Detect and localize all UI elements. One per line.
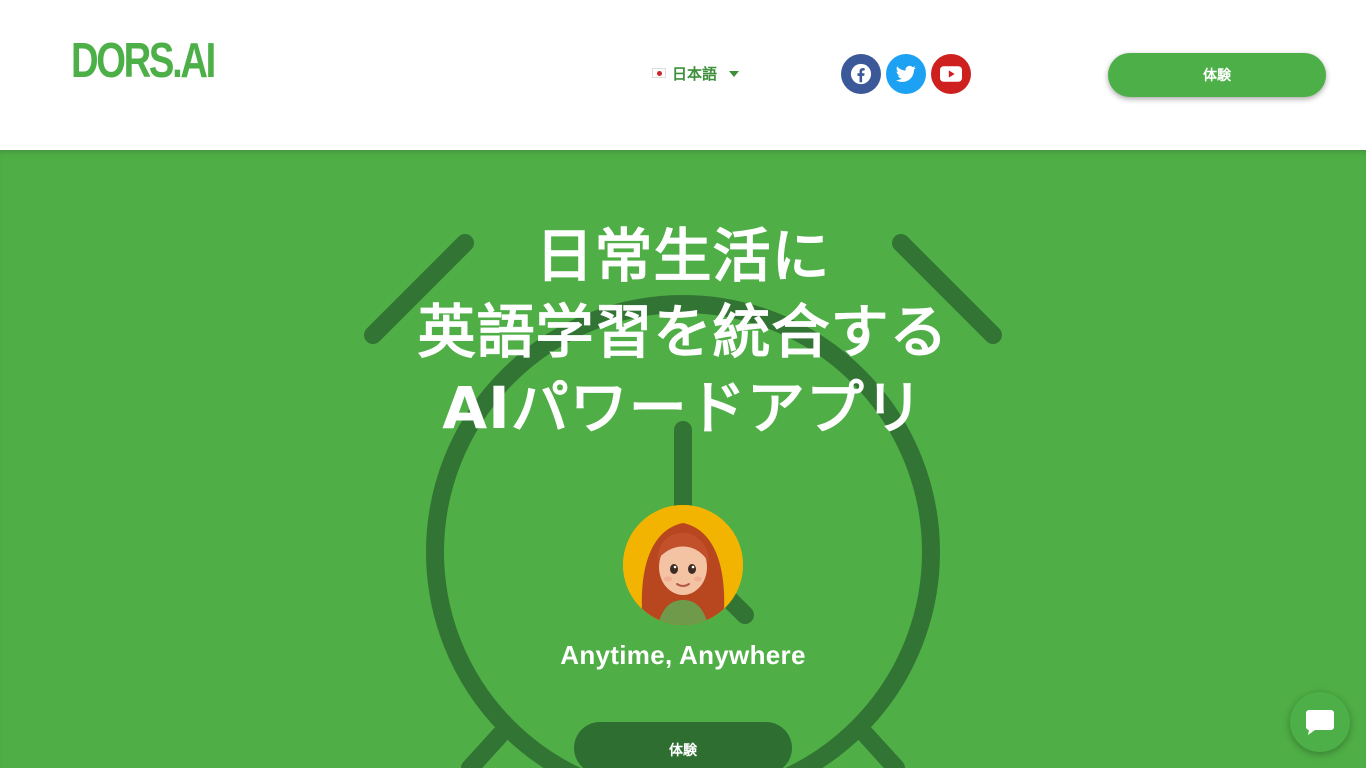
facebook-link[interactable]	[841, 54, 881, 94]
hero-section: 日常生活に 英語学習を統合する AIパワードアプリ Anytime, Anywh…	[0, 150, 1366, 768]
hero-tagline: Anytime, Anywhere	[560, 640, 806, 670]
headline-line-1: 日常生活に	[535, 222, 831, 290]
youtube-icon	[940, 66, 962, 82]
twitter-icon	[896, 65, 916, 82]
chat-bubble-icon	[1306, 710, 1334, 735]
social-links	[841, 54, 971, 94]
japan-flag-icon	[652, 68, 666, 78]
site-logo[interactable]: DORS.AI	[71, 33, 216, 89]
try-button-hero[interactable]: 体験	[574, 722, 792, 768]
twitter-link[interactable]	[886, 54, 926, 94]
try-button-header[interactable]: 体験	[1108, 53, 1326, 97]
facebook-icon	[850, 63, 872, 85]
chat-widget-button[interactable]	[1290, 692, 1350, 752]
chevron-down-icon	[729, 71, 740, 77]
avatar	[623, 505, 743, 625]
site-header: DORS.AI 日本語 体験	[0, 0, 1366, 150]
headline-line-3: AIパワードアプリ	[442, 374, 924, 442]
headline-line-2: 英語学習を統合する	[417, 298, 949, 366]
youtube-link[interactable]	[931, 54, 971, 94]
hero-headline: 日常生活に 英語学習を統合する AIパワードアプリ	[0, 218, 1366, 446]
girl-avatar-illustration	[623, 505, 743, 625]
language-selector[interactable]: 日本語	[652, 62, 740, 84]
language-label: 日本語	[672, 65, 718, 83]
